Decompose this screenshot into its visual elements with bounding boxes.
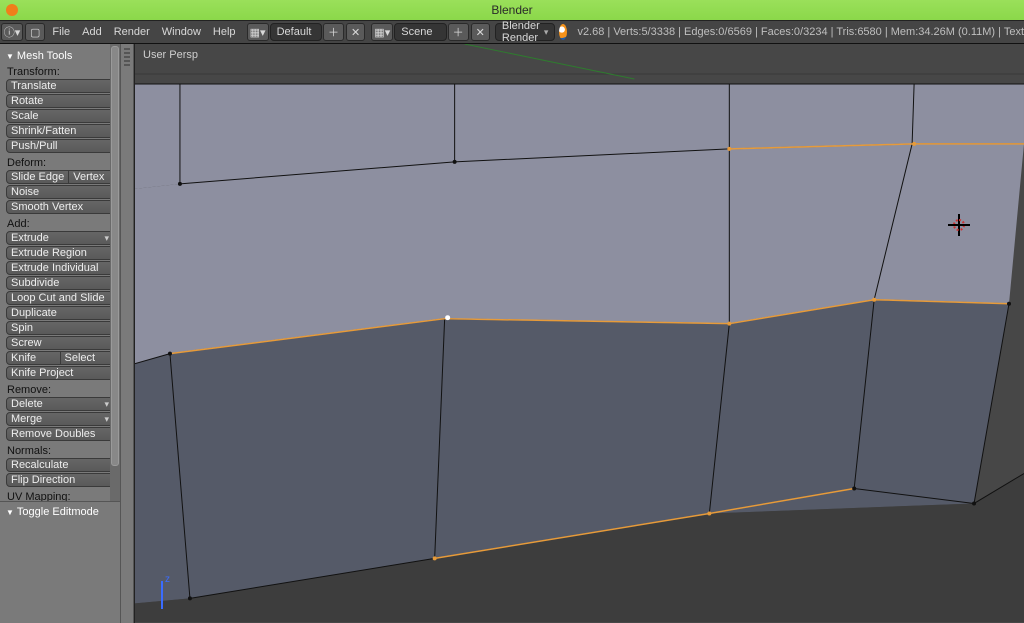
rotate-button[interactable]: Rotate	[6, 94, 114, 108]
knife-project-button[interactable]: Knife Project	[6, 366, 114, 380]
menu-help[interactable]: Help	[207, 26, 242, 38]
blender-logo-icon	[559, 24, 567, 40]
chevron-down-icon: ▾	[104, 413, 109, 426]
scene-stats: v2.68 | Verts:5/3338 | Edges:0/6569 | Fa…	[577, 26, 1024, 38]
region-resize-handle[interactable]	[120, 44, 134, 623]
3d-cursor-icon	[948, 214, 970, 236]
flip-direction-button[interactable]: Flip Direction	[6, 473, 114, 487]
transform-label: Transform:	[7, 66, 114, 78]
slide-group: Slide Edge Vertex	[6, 170, 114, 184]
toggle-editmode-header[interactable]: ▼Toggle Editmode	[0, 501, 120, 522]
add-scene-button[interactable]: ＋	[448, 23, 469, 41]
view-perspective-label: User Persp	[143, 49, 198, 61]
push-pull-button[interactable]: Push/Pull	[6, 139, 114, 153]
menu-render[interactable]: Render	[108, 26, 156, 38]
extrude-region-button[interactable]: Extrude Region	[6, 246, 114, 260]
scene-name-field[interactable]: Scene	[394, 23, 446, 41]
window-close-button[interactable]	[6, 4, 18, 16]
smooth-vertex-button[interactable]: Smooth Vertex	[6, 200, 114, 214]
add-label: Add:	[7, 218, 114, 230]
window-title: Blender	[491, 3, 532, 17]
chevron-down-icon: ▾	[104, 232, 109, 245]
title-bar: Blender	[0, 0, 1024, 20]
extrude-button[interactable]: Extrude▾	[6, 231, 114, 245]
menu-window[interactable]: Window	[156, 26, 207, 38]
normals-label: Normals:	[7, 445, 114, 457]
mesh-render	[135, 44, 1024, 622]
merge-button[interactable]: Merge▾	[6, 412, 114, 426]
remove-label: Remove:	[7, 384, 114, 396]
chevron-down-icon: ▾	[104, 398, 109, 411]
shrink-fatten-button[interactable]: Shrink/Fatten	[6, 124, 114, 138]
render-engine-selector[interactable]: Blender Render▾	[495, 23, 555, 41]
screen-layout-field[interactable]: Default	[270, 23, 322, 41]
tool-shelf-scrollbar[interactable]	[110, 44, 120, 501]
remove-doubles-button[interactable]: Remove Doubles	[6, 427, 114, 441]
spin-button[interactable]: Spin	[6, 321, 114, 335]
delete-button[interactable]: Delete▾	[6, 397, 114, 411]
scale-button[interactable]: Scale	[6, 109, 114, 123]
3d-viewport[interactable]: User Persp z	[134, 44, 1024, 623]
editor-type-selector[interactable]: ⓘ▾	[1, 23, 23, 41]
disclosure-triangle-icon: ▼	[6, 508, 14, 517]
subdivide-button[interactable]: Subdivide	[6, 276, 114, 290]
scrollbar-thumb[interactable]	[111, 46, 119, 466]
window-menu-button[interactable]: ▢	[25, 23, 45, 41]
translate-button[interactable]: Translate	[6, 79, 114, 93]
deform-label: Deform:	[7, 157, 114, 169]
uv-mapping-label: UV Mapping:	[7, 491, 114, 501]
extrude-individual-button[interactable]: Extrude Individual	[6, 261, 114, 275]
slide-vertex-button[interactable]: Vertex	[69, 171, 113, 183]
menu-add[interactable]: Add	[76, 26, 108, 38]
disclosure-triangle-icon: ▼	[6, 52, 14, 61]
noise-button[interactable]: Noise	[6, 185, 114, 199]
chevron-down-icon: ▾	[15, 26, 21, 39]
knife-button[interactable]: Knife	[7, 352, 61, 364]
grip-icon	[124, 48, 130, 68]
scene-browse-button[interactable]: ▦▾	[371, 23, 393, 41]
axis-gizmo: z	[143, 575, 183, 615]
slide-edge-button[interactable]: Slide Edge	[7, 171, 69, 183]
info-header: ⓘ▾ ▢ File Add Render Window Help ▦▾ Defa…	[0, 20, 1024, 44]
delete-scene-button[interactable]: ✕	[471, 23, 490, 41]
info-icon: ⓘ	[4, 24, 15, 40]
knife-group: Knife Select	[6, 351, 114, 365]
loop-cut-button[interactable]: Loop Cut and Slide	[6, 291, 114, 305]
tool-shelf: ▼Mesh Tools Transform: Translate Rotate …	[0, 44, 120, 623]
screw-button[interactable]: Screw	[6, 336, 114, 350]
screen-browse-button[interactable]: ▦▾	[247, 23, 269, 41]
mesh-tools-header[interactable]: ▼Mesh Tools	[6, 50, 114, 62]
delete-screen-button[interactable]: ✕	[346, 23, 365, 41]
add-screen-button[interactable]: ＋	[323, 23, 344, 41]
knife-select-button[interactable]: Select	[61, 352, 114, 364]
menu-file[interactable]: File	[46, 26, 76, 38]
duplicate-button[interactable]: Duplicate	[6, 306, 114, 320]
recalculate-normals-button[interactable]: Recalculate	[6, 458, 114, 472]
